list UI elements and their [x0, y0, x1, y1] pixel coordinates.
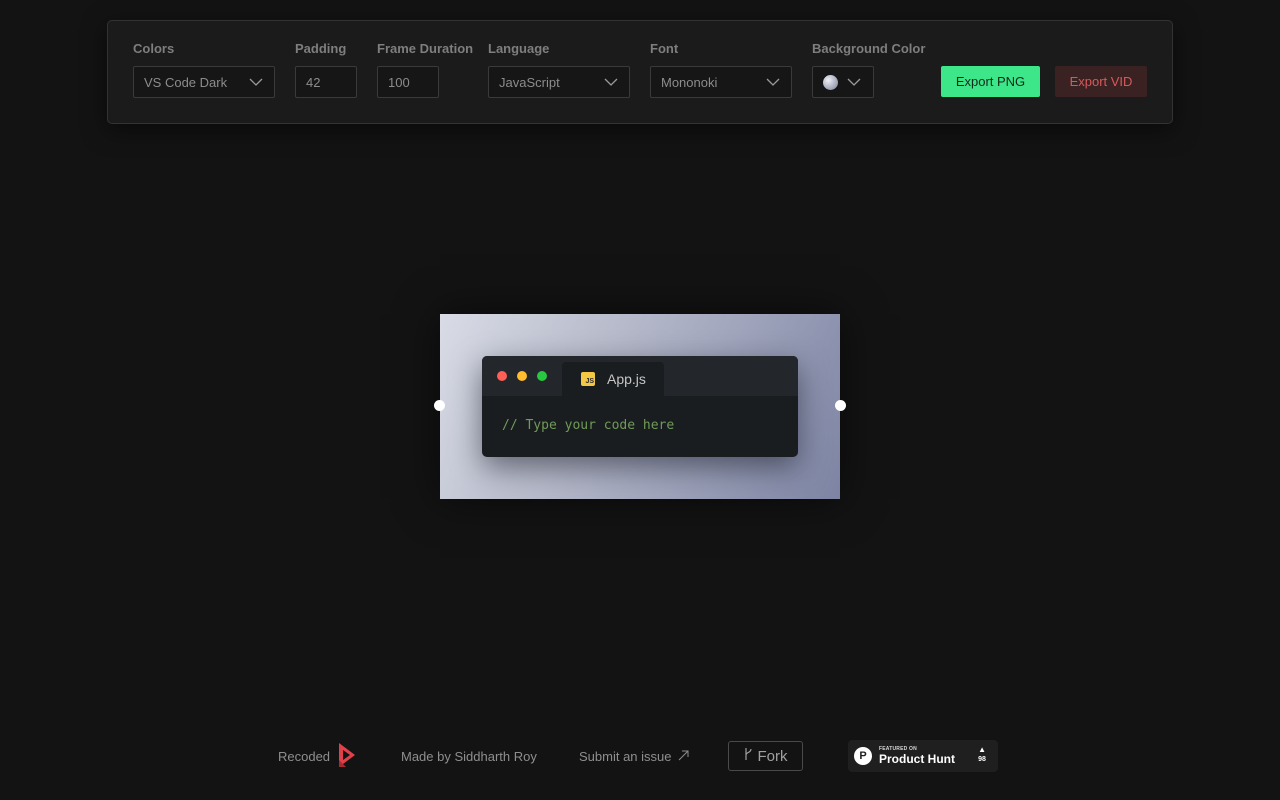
colors-control: Colors	[133, 41, 174, 57]
chevron-down-icon	[603, 74, 619, 90]
fork-button[interactable]: Fork	[728, 741, 803, 771]
chevron-down-icon	[846, 74, 862, 90]
chevron-down-icon	[248, 74, 264, 90]
language-label: Language	[488, 41, 550, 56]
submit-issue-link[interactable]: Submit an issue	[579, 740, 689, 772]
colors-label: Colors	[133, 41, 175, 56]
recoded-label: Recoded	[278, 748, 331, 764]
toolbar: Colors VS Code Dark Padding 42 Frame Dur…	[107, 20, 1173, 124]
product-hunt-badge[interactable]: P FEATURED ON Product Hunt ▲ 98	[848, 740, 998, 772]
footer: Recoded Made by Siddharth Roy Submit an …	[0, 740, 1280, 772]
padding-value: 42	[306, 74, 321, 90]
vote-count: 98	[978, 756, 986, 763]
font-value: Mononoki	[661, 74, 718, 90]
padding-label: Padding	[295, 41, 347, 56]
resize-handle-left[interactable]	[434, 400, 445, 411]
font-select[interactable]: Mononoki	[650, 66, 792, 98]
frame-duration-value: 100	[388, 74, 410, 90]
maximize-dot-icon	[537, 371, 547, 381]
recoded-logo-icon	[338, 742, 356, 771]
file-tab[interactable]: JS App.js	[562, 362, 664, 396]
resize-handle-right[interactable]	[835, 400, 846, 411]
code-window: JS App.js // Type your code here	[482, 356, 798, 457]
language-select[interactable]: JavaScript	[488, 66, 630, 98]
colors-select[interactable]: VS Code Dark	[133, 66, 275, 98]
colors-value: VS Code Dark	[144, 74, 228, 90]
minimize-dot-icon	[517, 371, 527, 381]
javascript-icon: JS	[581, 372, 595, 386]
language-value: JavaScript	[499, 74, 560, 90]
tab-filename: App.js	[607, 371, 646, 387]
product-hunt-votes: ▲ 98	[978, 745, 986, 765]
product-hunt-logo-icon: P	[854, 747, 872, 765]
background-color-picker[interactable]	[812, 66, 874, 98]
made-by-link[interactable]: Made by Siddharth Roy	[401, 740, 537, 772]
export-png-button[interactable]: Export PNG	[941, 66, 1040, 97]
recoded-link[interactable]: Recoded	[278, 740, 356, 772]
frame-duration-input[interactable]: 100	[377, 66, 439, 98]
product-hunt-text: FEATURED ON Product Hunt	[879, 746, 955, 766]
export-vid-button[interactable]: Export VID	[1055, 66, 1147, 97]
background-color-control: Background Color	[812, 41, 925, 57]
product-hunt-name: Product Hunt	[879, 752, 955, 766]
language-control: Language	[488, 41, 549, 57]
color-swatch	[823, 74, 838, 90]
code-editor[interactable]: // Type your code here	[502, 418, 674, 433]
font-control: Font	[650, 41, 678, 57]
git-fork-icon	[744, 747, 753, 765]
preview-canvas: JS App.js // Type your code here	[434, 314, 846, 499]
external-link-arrow-icon	[678, 749, 689, 764]
fork-label: Fork	[757, 747, 788, 765]
upvote-arrow-icon: ▲	[978, 745, 986, 754]
frame-duration-label: Frame Duration	[377, 41, 474, 56]
font-label: Font	[650, 41, 679, 56]
chevron-down-icon	[765, 74, 781, 90]
padding-control: Padding	[295, 41, 346, 57]
background-color-label: Background Color	[812, 41, 926, 56]
submit-issue-label: Submit an issue	[579, 748, 672, 764]
window-title-bar: JS App.js	[482, 356, 798, 396]
close-dot-icon	[497, 371, 507, 381]
padding-input[interactable]: 42	[295, 66, 357, 98]
frame-duration-control: Frame Duration	[377, 41, 473, 57]
